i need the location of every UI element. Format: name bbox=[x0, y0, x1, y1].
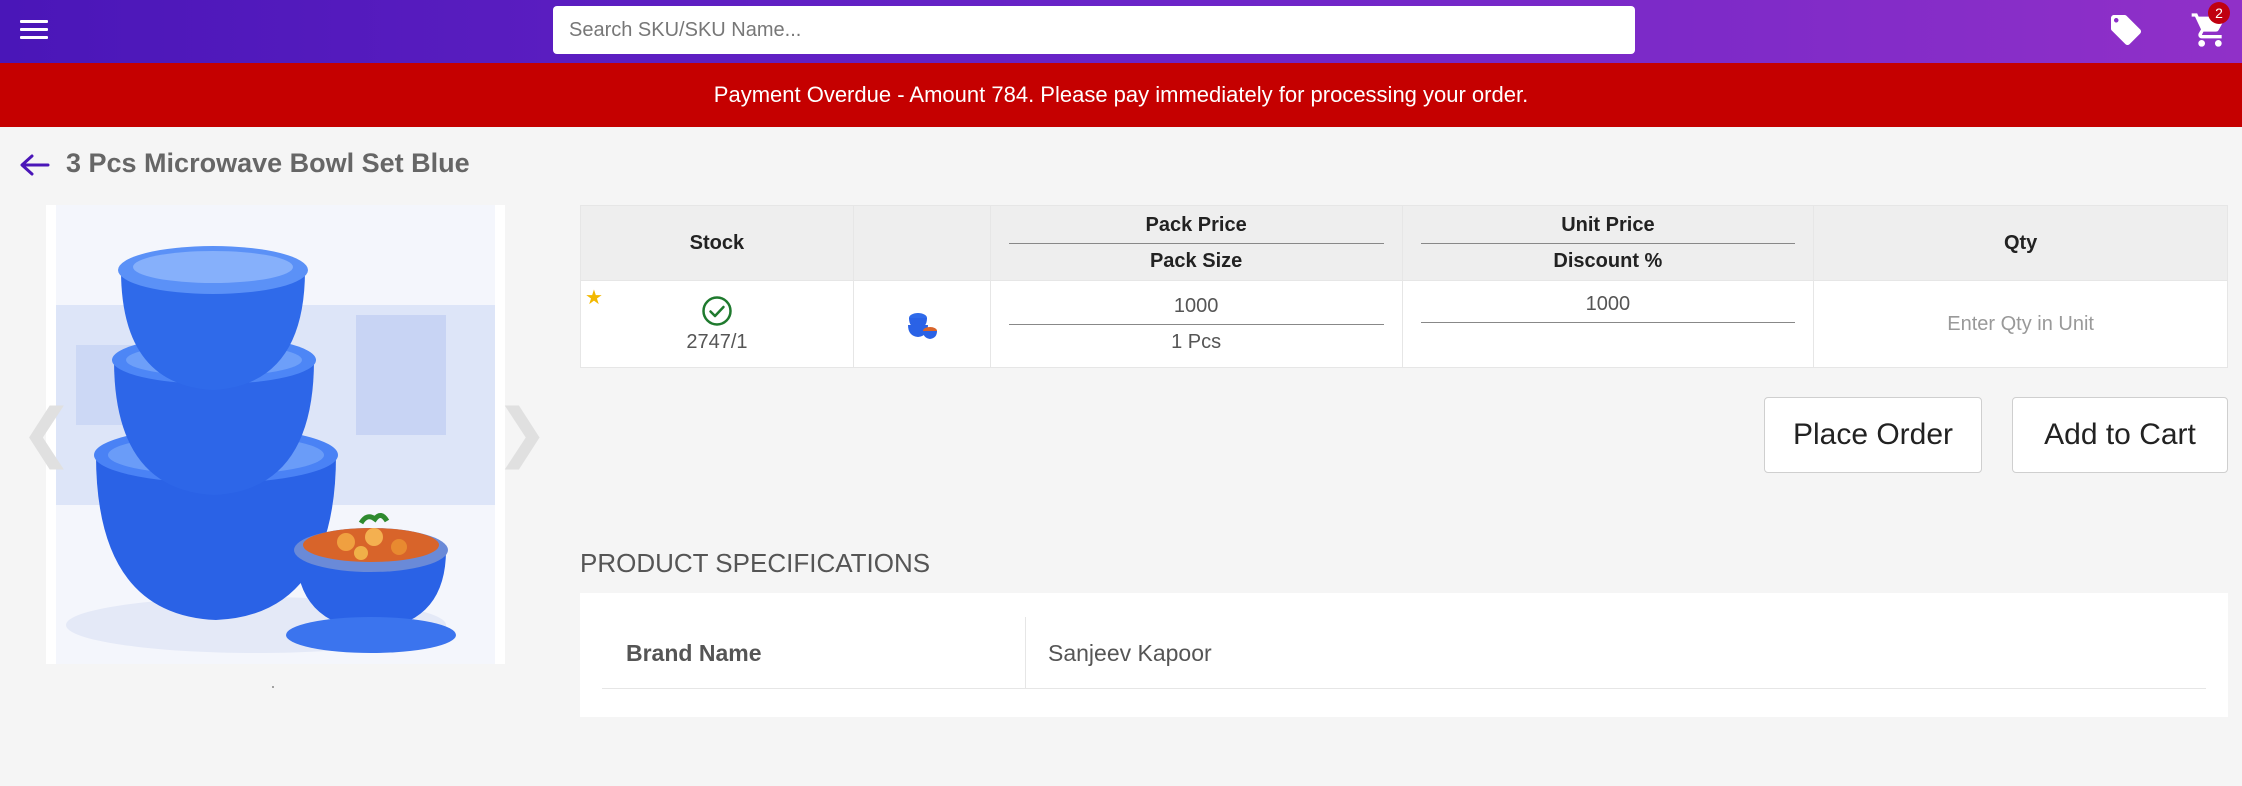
pack-size-value: 1 Pcs bbox=[1171, 330, 1222, 353]
pack-price-cell: 1000 1 Pcs bbox=[989, 280, 1403, 368]
qty-input[interactable] bbox=[1814, 312, 2227, 336]
gallery-next-arrow-icon[interactable]: ❯ bbox=[495, 400, 549, 464]
pack-price-value: 1000 bbox=[1008, 295, 1384, 325]
stock-value: 2747/1 bbox=[686, 330, 748, 353]
gallery-dot-indicator[interactable] bbox=[272, 686, 274, 688]
page-title: 3 Pcs Microwave Bowl Set Blue bbox=[66, 148, 470, 178]
header-pack-size-label: Pack Size bbox=[1149, 249, 1243, 272]
back-arrow-icon[interactable] bbox=[18, 150, 50, 180]
qty-cell bbox=[1813, 280, 2228, 368]
header-pack-price: Pack Price Pack Size bbox=[989, 205, 1403, 281]
search-input[interactable] bbox=[553, 6, 1635, 54]
product-thumbnail[interactable] bbox=[903, 306, 940, 342]
specifications-heading: PRODUCT SPECIFICATIONS bbox=[580, 548, 931, 578]
spec-label: Brand Name bbox=[626, 617, 1026, 689]
cart-count-badge: 2 bbox=[2208, 2, 2230, 24]
unit-price-value: 1000 bbox=[1420, 293, 1796, 323]
hamburger-menu-icon[interactable] bbox=[18, 16, 50, 46]
specifications-card: Brand Name Sanjeev Kapoor bbox=[580, 593, 2228, 717]
product-image bbox=[56, 205, 495, 664]
header-discount-label: Discount % bbox=[1553, 249, 1663, 272]
header-unit-price: Unit Price Discount % bbox=[1401, 205, 1815, 281]
check-circle-icon bbox=[702, 295, 732, 326]
discount-value bbox=[1421, 323, 1796, 329]
add-to-cart-button[interactable]: Add to Cart bbox=[2012, 397, 2228, 473]
header-stock: Stock bbox=[580, 205, 854, 281]
top-app-bar: 2 bbox=[0, 0, 2242, 63]
tag-icon[interactable] bbox=[2108, 12, 2144, 48]
thumbnail-cell bbox=[852, 280, 991, 368]
header-qty: Qty bbox=[1813, 205, 2228, 281]
payment-overdue-banner: Payment Overdue - Amount 784. Please pay… bbox=[0, 63, 2242, 127]
product-image-gallery bbox=[46, 205, 505, 664]
spec-row: Brand Name Sanjeev Kapoor bbox=[602, 617, 2206, 689]
spec-value: Sanjeev Kapoor bbox=[1048, 640, 1212, 666]
gallery-prev-arrow-icon[interactable]: ❮ bbox=[20, 400, 74, 464]
header-unit-price-label: Unit Price bbox=[1420, 214, 1796, 244]
unit-price-cell: 1000 bbox=[1401, 280, 1815, 368]
place-order-button[interactable]: Place Order bbox=[1764, 397, 1982, 473]
star-icon: ★ bbox=[585, 287, 603, 309]
table-row: ★ 2747/1 1000 1 Pcs 1000 Enter Qty in Un… bbox=[580, 280, 2228, 368]
stock-cell: ★ 2747/1 bbox=[580, 280, 854, 368]
price-table: Stock Pack Price Pack Size Unit Price Di… bbox=[580, 205, 2228, 368]
header-pack-price-label: Pack Price bbox=[1008, 214, 1384, 244]
header-image bbox=[852, 205, 991, 281]
